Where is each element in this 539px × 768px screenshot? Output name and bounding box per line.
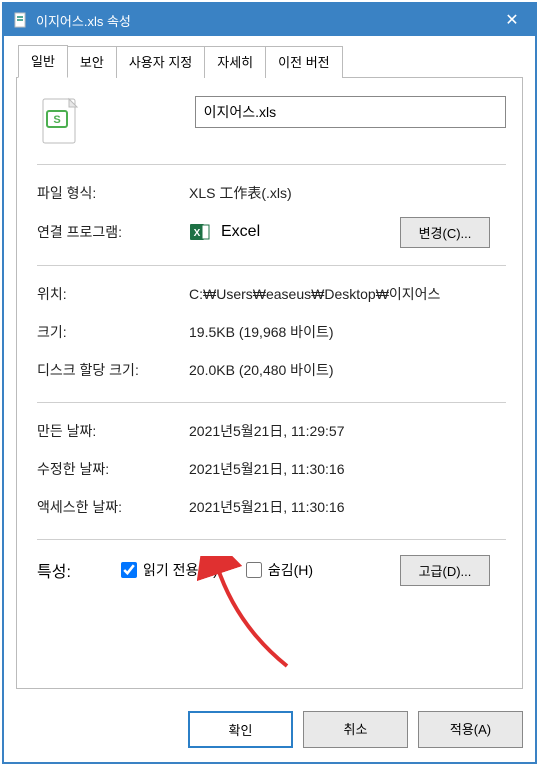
tab-strip: 일반 보안 사용자 지정 자세히 이전 버전 (16, 46, 523, 78)
hidden-label: 숨김(H) (268, 560, 313, 580)
row-location: 위치: C:₩Users₩easeus₩Desktop₩이지어스 (37, 284, 506, 304)
apply-button[interactable]: 적용(A) (418, 711, 523, 748)
readonly-checkbox[interactable] (121, 562, 137, 578)
advanced-button[interactable]: 고급(D)... (400, 555, 490, 586)
file-icon-small (12, 11, 30, 29)
row-attributes: 특성: 읽기 전용(R) 숨김(H) 고급(D)... (37, 558, 506, 582)
row-open-with: 연결 프로그램: X Excel 변경(C)... (37, 221, 506, 243)
tab-general[interactable]: 일반 (18, 45, 68, 78)
tab-custom[interactable]: 사용자 지정 (116, 46, 205, 78)
tab-security[interactable]: 보안 (67, 46, 117, 78)
dialog-footer: 확인 취소 적용(A) (4, 701, 535, 762)
disk-size-label: 디스크 할당 크기: (37, 360, 189, 380)
separator (37, 265, 506, 266)
properties-dialog: 이지어스.xls 속성 ✕ 일반 보안 사용자 지정 자세히 이전 버전 S (2, 2, 537, 764)
row-disk-size: 디스크 할당 크기: 20.0KB (20,480 바이트) (37, 360, 506, 380)
tab-body: S 파일 형식: XLS 工作表(.xls) 연결 프로그램: X Excel (16, 77, 523, 689)
location-label: 위치: (37, 284, 189, 304)
tab-previous-versions[interactable]: 이전 버전 (265, 46, 342, 78)
separator (37, 402, 506, 403)
row-modified: 수정한 날짜: 2021년5월21日, 11:30:16 (37, 459, 506, 479)
readonly-label: 읽기 전용(R) (143, 560, 218, 580)
ok-button[interactable]: 확인 (188, 711, 293, 748)
row-file-type: 파일 형식: XLS 工作表(.xls) (37, 183, 506, 203)
separator (37, 164, 506, 165)
hidden-checkbox[interactable] (246, 562, 262, 578)
cancel-button[interactable]: 취소 (303, 711, 408, 748)
excel-icon: X (189, 221, 211, 243)
location-value: C:₩Users₩easeus₩Desktop₩이지어스 (189, 284, 440, 304)
size-label: 크기: (37, 322, 189, 342)
hidden-checkbox-wrap[interactable]: 숨김(H) (242, 559, 313, 581)
file-header-row: S (37, 96, 506, 148)
file-type-label: 파일 형식: (37, 183, 189, 203)
disk-size-value: 20.0KB (20,480 바이트) (189, 360, 334, 380)
file-type-value: XLS 工作表(.xls) (189, 183, 292, 203)
accessed-value: 2021년5월21日, 11:30:16 (189, 497, 345, 517)
modified-value: 2021년5월21日, 11:30:16 (189, 459, 345, 479)
close-button[interactable]: ✕ (489, 4, 535, 36)
svg-text:X: X (194, 228, 201, 239)
readonly-checkbox-wrap[interactable]: 읽기 전용(R) (117, 559, 218, 581)
open-with-value-wrap: X Excel (189, 221, 260, 243)
svg-text:S: S (53, 114, 60, 126)
filename-input[interactable] (195, 96, 506, 128)
open-with-app-name: Excel (221, 223, 260, 241)
change-button[interactable]: 변경(C)... (400, 217, 490, 248)
open-with-label: 연결 프로그램: (37, 222, 189, 242)
separator (37, 539, 506, 540)
modified-label: 수정한 날짜: (37, 459, 189, 479)
window-title: 이지어스.xls 속성 (36, 11, 489, 30)
created-label: 만든 날짜: (37, 421, 189, 441)
xls-file-icon: S (37, 96, 83, 148)
accessed-label: 액세스한 날짜: (37, 497, 189, 517)
content-area: 일반 보안 사용자 지정 자세히 이전 버전 S 파 (4, 36, 535, 701)
created-value: 2021년5월21日, 11:29:57 (189, 421, 345, 441)
size-value: 19.5KB (19,968 바이트) (189, 322, 334, 342)
row-accessed: 액세스한 날짜: 2021년5월21日, 11:30:16 (37, 497, 506, 517)
tab-details[interactable]: 자세히 (204, 46, 266, 78)
row-created: 만든 날짜: 2021년5월21日, 11:29:57 (37, 421, 506, 441)
attributes-label: 특성: (37, 558, 117, 582)
titlebar: 이지어스.xls 속성 ✕ (4, 4, 535, 36)
row-size: 크기: 19.5KB (19,968 바이트) (37, 322, 506, 342)
